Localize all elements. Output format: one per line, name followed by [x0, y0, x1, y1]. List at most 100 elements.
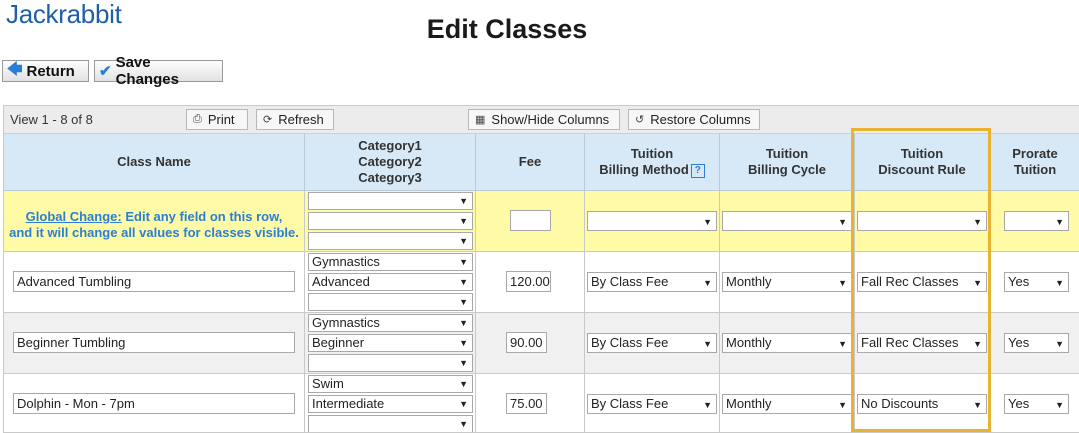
show-hide-label: Show/Hide Columns — [491, 112, 610, 127]
category2-value: Advanced — [312, 274, 370, 289]
fee-input[interactable]: 90.00 — [506, 332, 547, 353]
prorate-select[interactable]: Yes ▼ — [1004, 394, 1069, 414]
category1-select[interactable]: Gymnastics ▼ — [308, 314, 473, 332]
header-category3-label: Category3 — [358, 170, 422, 185]
fee-cell: 75.00 — [476, 374, 585, 432]
prorate-cell: Yes ▼ — [990, 313, 1079, 374]
class-name-input[interactable]: Advanced Tumbling — [13, 271, 295, 292]
fee-cell: 90.00 — [476, 313, 585, 374]
header-billing-cycle-line1: Tuition — [765, 146, 809, 161]
fee-input[interactable]: 120.00 — [506, 271, 551, 292]
global-billing-cycle-cell: ▼ — [720, 191, 855, 252]
billing-cycle-cell: Monthly ▼ — [720, 313, 855, 374]
prorate-value: Yes — [1008, 396, 1030, 411]
prorate-value: Yes — [1008, 274, 1030, 289]
billing-method-value: By Class Fee — [591, 274, 669, 289]
category1-value: Swim — [312, 376, 344, 391]
prorate-value: Yes — [1008, 335, 1030, 350]
discount-rule-select[interactable]: Fall Rec Classes ▼ — [857, 272, 987, 292]
discount-cell: No Discounts ▼ — [855, 374, 990, 432]
header-billing-method[interactable]: Tuition Billing Method? — [585, 134, 720, 191]
refresh-button[interactable]: ⟳ Refresh — [256, 109, 334, 130]
billing-method-value: By Class Fee — [591, 396, 669, 411]
global-change-line1: Edit any field on this row, — [121, 209, 283, 224]
global-change-text: Global Change: Edit any field on this ro… — [4, 209, 304, 241]
category3-select[interactable]: ▼ — [308, 415, 473, 432]
header-prorate[interactable]: Prorate Tuition — [990, 134, 1079, 191]
header-discount-line1: Tuition — [900, 146, 944, 161]
global-billing-cycle-select[interactable]: ▼ — [722, 211, 852, 231]
category2-value: Beginner — [312, 335, 365, 350]
header-category2-label: Category2 — [358, 154, 422, 169]
category2-value: Intermediate — [312, 396, 385, 411]
table-row: Beginner Tumbling — [4, 313, 305, 374]
header-billing-method-line1: Tuition — [630, 146, 674, 161]
restore-label: Restore Columns — [650, 112, 751, 127]
fee-cell: 120.00 — [476, 252, 585, 313]
page-title: Edit Classes — [426, 14, 588, 44]
category2-select[interactable]: Advanced ▼ — [308, 273, 473, 291]
billing-cycle-select[interactable]: Monthly ▼ — [722, 272, 852, 292]
global-category3-select[interactable]: ▼ — [308, 232, 473, 250]
header-billing-cycle-line2: Billing Cycle — [747, 162, 827, 177]
fee-input[interactable]: 75.00 — [506, 393, 547, 414]
category2-select[interactable]: Beginner ▼ — [308, 334, 473, 352]
global-discount-select[interactable]: ▼ — [857, 211, 987, 231]
billing-method-select[interactable]: By Class Fee ▼ — [587, 272, 717, 292]
arrow-left-icon: 🡄 — [7, 60, 23, 78]
global-change-link[interactable]: Global Change: — [26, 209, 122, 224]
prorate-select[interactable]: Yes ▼ — [1004, 333, 1069, 353]
class-name-input[interactable]: Beginner Tumbling — [13, 332, 295, 353]
header-categories[interactable]: Category1 Category2 Category3 — [305, 134, 476, 191]
billing-method-value: By Class Fee — [591, 335, 669, 350]
view-count: View 1 - 8 of 8 — [10, 112, 93, 127]
billing-method-cell: By Class Fee ▼ — [585, 374, 720, 432]
header-fee-label: Fee — [518, 154, 542, 169]
header-class-name[interactable]: Class Name — [4, 134, 305, 191]
return-button[interactable]: 🡄 Return — [2, 60, 89, 82]
grid-toolbar: View 1 - 8 of 8 ⎙ Print ⟳ Refresh ▦ Show… — [4, 106, 1079, 134]
discount-rule-value: Fall Rec Classes — [861, 335, 959, 350]
category2-select[interactable]: Intermediate ▼ — [308, 395, 473, 413]
global-fee-input[interactable] — [510, 210, 551, 231]
billing-method-select[interactable]: By Class Fee ▼ — [587, 394, 717, 414]
prorate-cell: Yes ▼ — [990, 252, 1079, 313]
global-category2-select[interactable]: ▼ — [308, 212, 473, 230]
billing-cycle-cell: Monthly ▼ — [720, 252, 855, 313]
global-prorate-select[interactable]: ▼ — [1004, 211, 1069, 231]
show-hide-columns-button[interactable]: ▦ Show/Hide Columns — [468, 109, 620, 130]
print-button[interactable]: ⎙ Print — [186, 109, 248, 130]
help-icon[interactable]: ? — [690, 163, 705, 178]
header-fee[interactable]: Fee — [476, 134, 585, 191]
restore-columns-button[interactable]: ↺ Restore Columns — [628, 109, 760, 130]
category1-value: Gymnastics — [312, 254, 380, 269]
table-row: Dolphin - Mon - 7pm — [4, 374, 305, 432]
category3-select[interactable]: ▼ — [308, 293, 473, 311]
global-category1-select[interactable]: ▼ — [308, 192, 473, 210]
billing-cycle-value: Monthly — [726, 274, 772, 289]
category1-select[interactable]: Gymnastics ▼ — [308, 253, 473, 271]
category3-select[interactable]: ▼ — [308, 354, 473, 372]
prorate-select[interactable]: Yes ▼ — [1004, 272, 1069, 292]
refresh-label: Refresh — [278, 112, 324, 127]
save-changes-button[interactable]: ✔ Save Changes — [94, 54, 223, 88]
table-icon: ▦ — [475, 114, 486, 126]
header-discount-rule[interactable]: Tuition Discount Rule — [855, 134, 990, 191]
billing-method-select[interactable]: By Class Fee ▼ — [587, 333, 717, 353]
class-name-input[interactable]: Dolphin - Mon - 7pm — [13, 393, 295, 414]
header-billing-cycle[interactable]: Tuition Billing Cycle — [720, 134, 855, 191]
global-fee-cell — [476, 191, 585, 252]
billing-cycle-cell: Monthly ▼ — [720, 374, 855, 432]
global-billing-method-select[interactable]: ▼ — [587, 211, 717, 231]
global-change-cell: Global Change: Edit any field on this ro… — [4, 191, 305, 252]
discount-rule-select[interactable]: Fall Rec Classes ▼ — [857, 333, 987, 353]
billing-cycle-select[interactable]: Monthly ▼ — [722, 394, 852, 414]
header-class-name-label: Class Name — [117, 154, 191, 169]
save-label: Save Changes — [115, 54, 179, 88]
category1-select[interactable]: Swim ▼ — [308, 375, 473, 393]
billing-cycle-select[interactable]: Monthly ▼ — [722, 333, 852, 353]
categories-cell: Gymnastics ▼ Advanced ▼ ▼ — [305, 252, 476, 313]
header-prorate-line2: Tuition — [1013, 162, 1057, 177]
billing-cycle-value: Monthly — [726, 335, 772, 350]
discount-rule-select[interactable]: No Discounts ▼ — [857, 394, 987, 414]
